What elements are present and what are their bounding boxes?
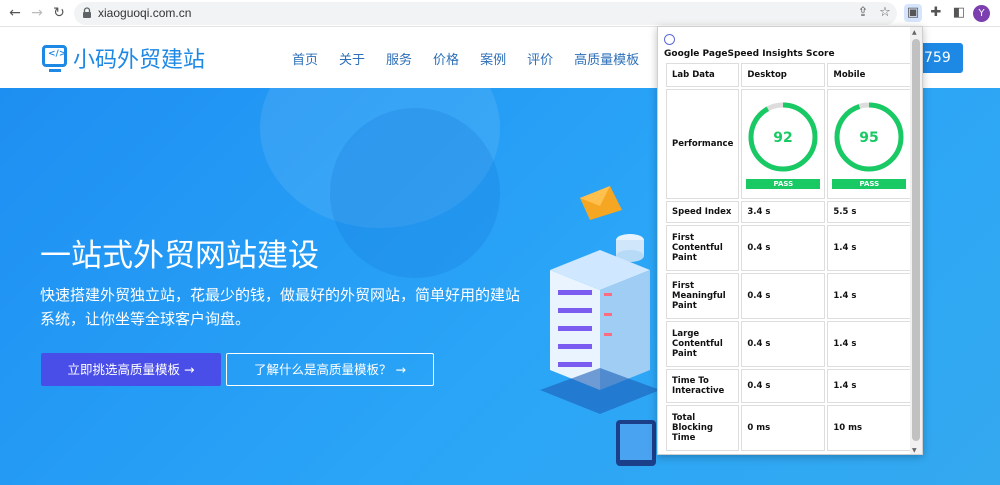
logo-mark: </>: [48, 49, 67, 59]
main-menu: 首页 关于 服务 价格 案例 评价 高质量模板⌄: [292, 49, 713, 68]
lock-icon[interactable]: [80, 6, 94, 20]
metric-label: Total Blocking Time: [666, 405, 740, 451]
desktop-score-gauge: 92: [748, 102, 818, 171]
scroll-thumb[interactable]: [912, 39, 920, 441]
desktop-pass-badge: PASS: [746, 178, 821, 189]
menu-item-services[interactable]: 服务: [386, 49, 412, 68]
table-row: First Contentful Paint 0.4 s 1.4 s: [666, 225, 912, 271]
performance-label: Performance: [666, 89, 740, 199]
table-row: First Meaningful Paint 0.4 s 1.4 s: [666, 273, 912, 319]
desktop-value: 0.4 s: [741, 321, 826, 367]
address-bar[interactable]: xiaoguoqi.com.cn: [74, 2, 897, 25]
url-text[interactable]: xiaoguoqi.com.cn: [98, 6, 191, 20]
pagespeed-popup: Google PageSpeed Insights Score Lab Data…: [657, 26, 923, 455]
choose-template-button[interactable]: 立即挑选高质量模板 →: [41, 353, 221, 386]
header-desktop: Desktop: [741, 63, 826, 87]
desktop-value: 3.4 s: [741, 201, 826, 223]
menu-item-cases[interactable]: 案例: [480, 49, 506, 68]
desktop-value: 0 ms: [741, 405, 826, 451]
mobile-value: 5.5 s: [827, 201, 912, 223]
browser-toolbar: ← → ↻ xiaoguoqi.com.cn ⇪ ☆ ▣ ✚ ◧ Y: [0, 0, 1000, 27]
back-icon[interactable]: ←: [6, 4, 24, 22]
pagespeed-logo-icon: [664, 34, 675, 45]
logo-text[interactable]: 小码外贸建站: [73, 42, 205, 74]
menu-item-reviews[interactable]: 评价: [527, 49, 553, 68]
desktop-value: 0.4 s: [741, 225, 826, 271]
menu-item-templates-label: 高质量模板: [574, 53, 640, 68]
bookmark-star-icon[interactable]: ☆: [876, 4, 894, 22]
pagespeed-table: Lab Data Desktop Mobile Performance 92 P…: [664, 61, 913, 453]
table-row: Large Contentful Paint 0.4 s 1.4 s: [666, 321, 912, 367]
hero-decoration: [330, 108, 500, 278]
metric-label: Time To Interactive: [666, 369, 740, 403]
metric-label: First Contentful Paint: [666, 225, 740, 271]
mobile-value: 1.4 s: [827, 273, 912, 319]
mobile-value: 10 ms: [827, 405, 912, 451]
extensions-puzzle-icon[interactable]: ✚: [927, 4, 945, 22]
forward-icon[interactable]: →: [28, 4, 46, 22]
learn-templates-button[interactable]: 了解什么是高质量模板？ →: [226, 353, 434, 386]
hero-subtitle: 快速搭建外贸独立站，花最少的钱，做最好的外贸网站，简单好用的建站系统，让你坐等全…: [40, 286, 521, 328]
mobile-value: 1.4 s: [827, 369, 912, 403]
metric-label: Speed Index: [666, 201, 740, 223]
server-illustration-icon: [540, 186, 660, 466]
popup-title: Google PageSpeed Insights Score: [664, 49, 835, 59]
menu-item-home[interactable]: 首页: [292, 49, 318, 68]
scroll-up-icon[interactable]: ▲: [912, 29, 917, 36]
header-lab-data: Lab Data: [666, 63, 740, 87]
side-panel-icon[interactable]: ◧: [950, 4, 968, 22]
hero-title: 一站式外贸网站建设: [40, 238, 319, 274]
performance-row: Performance 92 PASS 95 PASS: [666, 89, 912, 199]
desktop-value: 0.4 s: [741, 273, 826, 319]
desktop-value: 0.4 s: [741, 369, 826, 403]
mobile-gauge-cell: 95 PASS: [827, 89, 912, 199]
mobile-value: 1.4 s: [827, 321, 912, 367]
pagespeed-extension-icon[interactable]: ▣: [904, 4, 922, 22]
desktop-gauge-cell: 92 PASS: [741, 89, 826, 199]
menu-item-pricing[interactable]: 价格: [433, 49, 459, 68]
scroll-down-icon[interactable]: ▼: [912, 447, 917, 454]
share-icon[interactable]: ⇪: [854, 4, 872, 22]
profile-avatar[interactable]: Y: [973, 5, 990, 22]
metric-label: First Meaningful Paint: [666, 273, 740, 319]
popup-scrollbar[interactable]: ▲ ▼: [910, 27, 922, 454]
mobile-score-gauge: 95: [834, 102, 904, 171]
table-row: Time To Interactive 0.4 s 1.4 s: [666, 369, 912, 403]
logo-icon[interactable]: </>: [42, 45, 67, 72]
desktop-score: 92: [774, 130, 793, 146]
table-row: Speed Index 3.4 s 5.5 s: [666, 201, 912, 223]
header-mobile: Mobile: [827, 63, 912, 87]
mobile-value: 1.4 s: [827, 225, 912, 271]
reload-icon[interactable]: ↻: [50, 4, 68, 22]
table-header-row: Lab Data Desktop Mobile: [666, 63, 912, 87]
mobile-score: 95: [860, 130, 879, 146]
table-row: Total Blocking Time 0 ms 10 ms: [666, 405, 912, 451]
metric-label: Large Contentful Paint: [666, 321, 740, 367]
mobile-pass-badge: PASS: [832, 178, 907, 189]
menu-item-about[interactable]: 关于: [339, 49, 365, 68]
